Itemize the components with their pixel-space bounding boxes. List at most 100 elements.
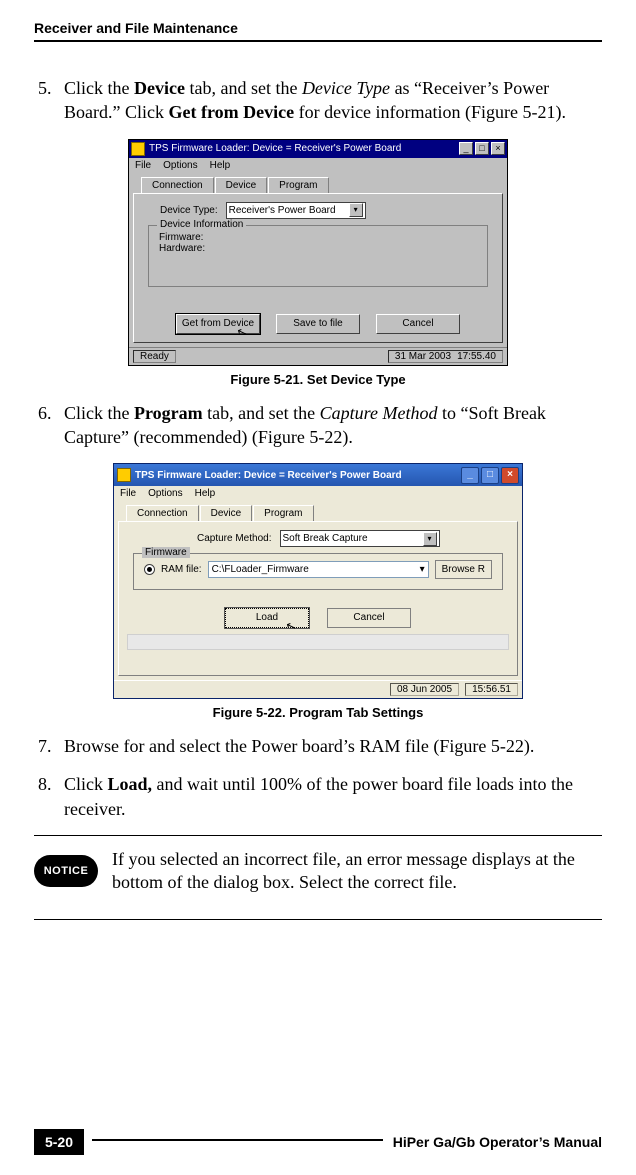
dialog-firmware-loader: TPS Firmware Loader: Device = Receiver's… [128,139,508,366]
italic-text: Device Type [302,78,390,98]
tab-connection[interactable]: Connection [126,505,199,521]
app-icon [131,142,145,156]
device-type-value: Receiver's Power Board [229,205,336,216]
notice-text: If you selected an incorrect file, an er… [112,848,602,895]
save-to-file-button[interactable]: Save to file [276,314,360,334]
close-icon[interactable]: × [491,142,505,155]
tab-panel: Device Type: Receiver's Power Board ▾ De… [133,193,503,343]
step-number: 6. [34,401,60,425]
text: tab, and set the [203,403,320,423]
page-number: 5-20 [34,1129,84,1155]
menu-help[interactable]: Help [210,160,231,171]
chevron-down-icon[interactable]: ▾ [349,203,363,217]
step-8: 8. Click Load, and wait until 100% of th… [34,772,602,821]
status-bar: 08 Jun 2005 15:56.51 [114,680,522,698]
load-button[interactable]: Load ↖ [225,608,309,628]
device-info-group: Device Information Firmware: Hardware: [148,225,488,287]
figure-caption: Figure 5-22. Program Tab Settings [34,705,602,720]
get-from-device-button[interactable]: Get from Device ↖ [176,314,260,334]
cancel-button[interactable]: Cancel [327,608,411,628]
step-5: 5. Click the Device tab, and set the Dev… [34,76,602,125]
dialog-firmware-loader-xp: TPS Firmware Loader: Device = Receiver's… [113,463,523,699]
browse-button[interactable]: Browse R [435,560,492,579]
step-7: 7. Browse for and select the Power board… [34,734,602,758]
ram-file-value: C:\FLoader_Firmware [212,564,309,575]
page-header: Receiver and File Maintenance [34,20,602,42]
tab-program[interactable]: Program [253,505,313,521]
ram-file-input[interactable]: C:\FLoader_Firmware ▾ [208,561,429,578]
tab-panel: Capture Method: Soft Break Capture ▾ Fir… [118,521,518,676]
italic-text: Capture Method [320,403,438,423]
capture-method-value: Soft Break Capture [283,533,368,544]
footer-rule [92,1139,383,1141]
firmware-group: Firmware RAM file: C:\FLoader_Firmware ▾… [133,553,503,590]
text: Browse for and select the Power board’s … [64,736,534,756]
step-text: Click the Device tab, and set the Device… [34,76,602,125]
step-text: Click Load, and wait until 100% of the p… [34,772,602,821]
notice-block: NOTICE If you selected an incorrect file… [34,836,602,907]
capture-method-dropdown[interactable]: Soft Break Capture ▾ [280,530,440,547]
status-date: 31 Mar 2003 [395,351,451,362]
hardware-label: Hardware: [159,243,477,254]
text: Click the [64,78,134,98]
step-number: 8. [34,772,60,796]
bold-text: Get from Device [168,102,294,122]
device-type-dropdown[interactable]: Receiver's Power Board ▾ [226,202,366,219]
text: Click [64,774,108,794]
status-time: 17:55.40 [457,351,496,362]
close-icon[interactable]: × [501,467,519,484]
status-datetime: 31 Mar 2003 17:55.40 [388,350,503,363]
tab-device[interactable]: Device [215,177,268,193]
bold-text: Device [134,78,185,98]
menu-file[interactable]: File [135,160,151,171]
text: tab, and set the [185,78,302,98]
menu-bar: File Options Help [114,486,522,501]
manual-title: HiPer Ga/Gb Operator’s Manual [383,1134,602,1150]
bold-text: Program [134,403,203,423]
ram-file-radio[interactable] [144,564,155,575]
figure-caption: Figure 5-21. Set Device Type [34,372,602,387]
figure-5-21: TPS Firmware Loader: Device = Receiver's… [34,139,602,387]
minimize-icon[interactable]: _ [461,467,479,484]
progress-scrollbar[interactable] [127,634,509,650]
menu-file[interactable]: File [120,488,136,499]
window-title: TPS Firmware Loader: Device = Receiver's… [149,143,401,154]
menu-bar: File Options Help [129,158,507,173]
tab-device[interactable]: Device [200,505,253,521]
ram-file-label: RAM file: [161,564,202,575]
tab-program[interactable]: Program [268,177,328,193]
maximize-icon[interactable]: □ [481,467,499,484]
chevron-down-icon[interactable]: ▾ [423,532,437,546]
window-title: TPS Firmware Loader: Device = Receiver's… [135,470,402,481]
divider [34,919,602,920]
capture-method-label: Capture Method: [197,533,272,544]
titlebar[interactable]: TPS Firmware Loader: Device = Receiver's… [114,464,522,486]
status-time: 15:56.51 [465,683,518,696]
cancel-button[interactable]: Cancel [376,314,460,334]
titlebar[interactable]: TPS Firmware Loader: Device = Receiver's… [129,140,507,158]
status-date: 08 Jun 2005 [390,683,459,696]
step-6: 6. Click the Program tab, and set the Ca… [34,401,602,450]
step-text: Click the Program tab, and set the Captu… [34,401,602,450]
firmware-label: Firmware: [159,232,477,243]
device-type-label: Device Type: [160,205,218,216]
text: Click the [64,403,134,423]
status-bar: Ready 31 Mar 2003 17:55.40 [129,347,507,365]
minimize-icon[interactable]: _ [459,142,473,155]
app-icon [117,468,131,482]
menu-help[interactable]: Help [195,488,216,499]
step-number: 5. [34,76,60,100]
menu-options[interactable]: Options [163,160,197,171]
bold-text: Load, [108,774,153,794]
notice-badge: NOTICE [34,855,98,887]
step-text: Browse for and select the Power board’s … [34,734,602,758]
chevron-down-icon[interactable]: ▾ [420,564,425,575]
status-ready: Ready [133,350,176,363]
button-label: Load [256,612,278,623]
tab-connection[interactable]: Connection [141,177,214,193]
figure-5-22: TPS Firmware Loader: Device = Receiver's… [34,463,602,720]
maximize-icon[interactable]: □ [475,142,489,155]
page-footer: 5-20 HiPer Ga/Gb Operator’s Manual [34,1129,602,1155]
menu-options[interactable]: Options [148,488,182,499]
text: for device information (Figure 5-21). [294,102,566,122]
